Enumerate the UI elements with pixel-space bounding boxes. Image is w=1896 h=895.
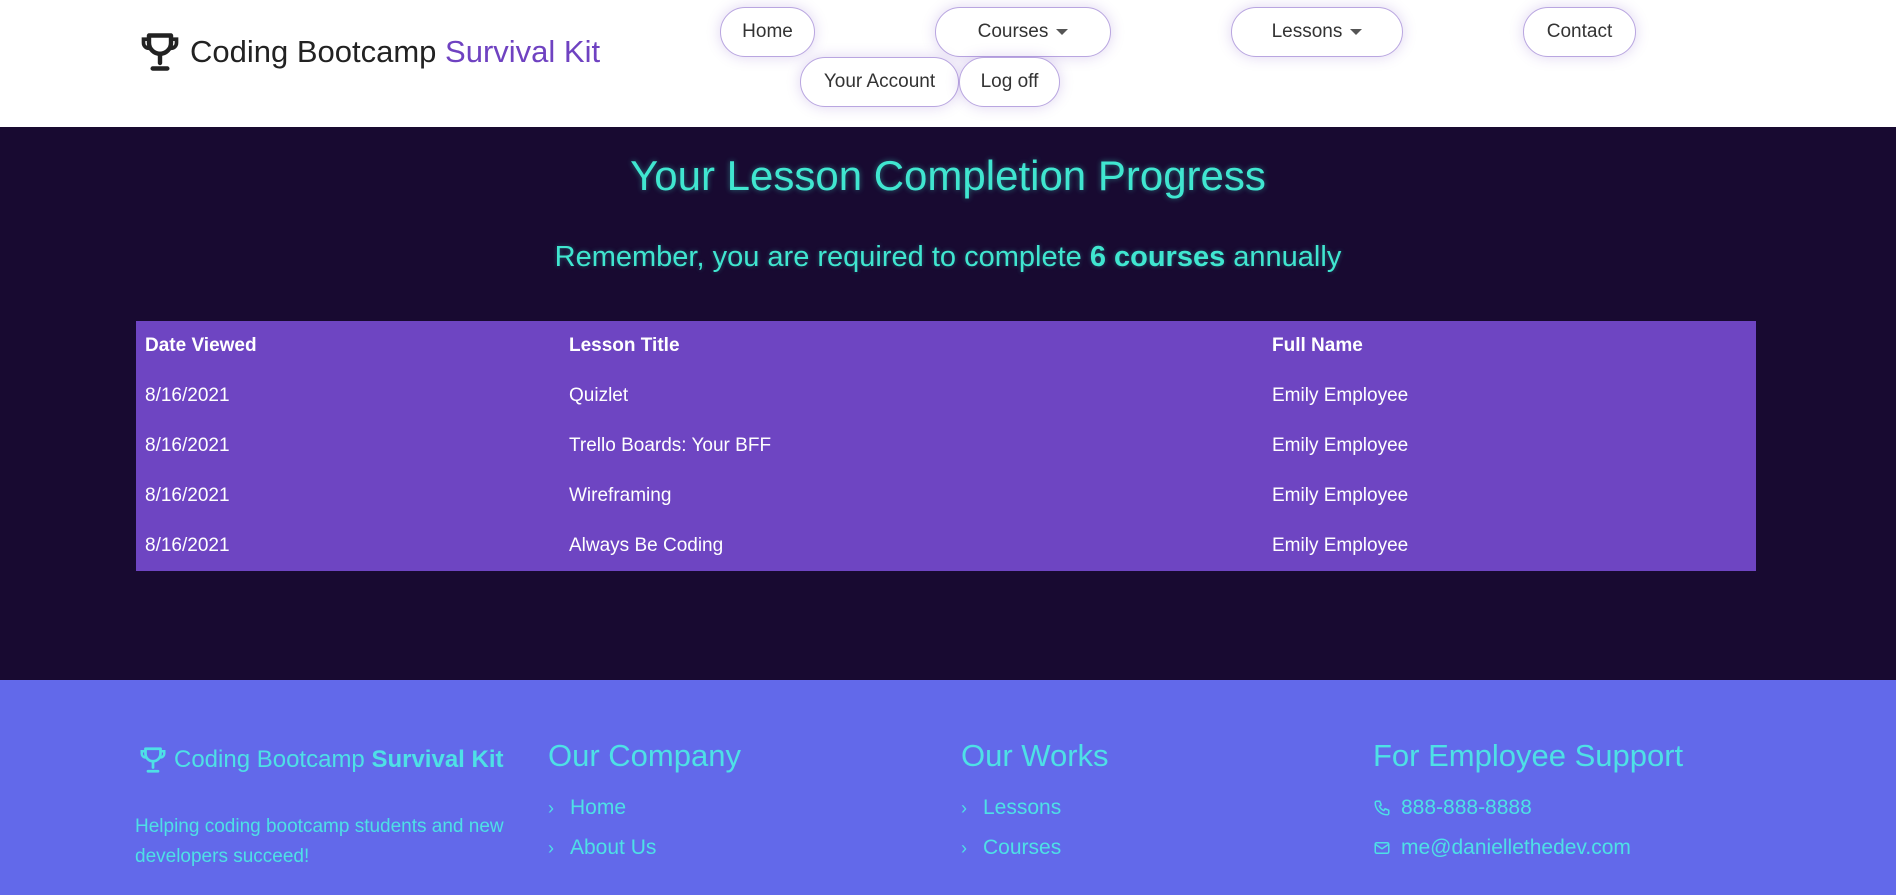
cell-lesson-title: Trello Boards: Your BFF xyxy=(569,435,772,456)
footer-email-link[interactable]: me@daniellethedev.com xyxy=(1373,828,1683,868)
cell-full-name: Emily Employee xyxy=(1272,385,1409,406)
footer-brand-text: Coding Bootcamp Survival Kit xyxy=(174,746,504,773)
footer-link-lessons[interactable]: › Lessons xyxy=(961,788,1109,828)
cell-lesson-title: Always Be Coding xyxy=(569,535,724,556)
footer-support-heading: For Employee Support xyxy=(1373,738,1684,773)
cell-full-name: Emily Employee xyxy=(1272,535,1409,556)
cell-full-name: Emily Employee xyxy=(1272,485,1409,506)
table-row: 8/16/2021 Quizlet Emily Employee xyxy=(136,371,1756,421)
site-footer: Coding Bootcamp Survival Kit Helping cod… xyxy=(0,680,1896,895)
footer-link-courses[interactable]: › Courses xyxy=(961,828,1109,868)
chevron-right-icon: › xyxy=(961,837,967,858)
footer-works-heading: Our Works xyxy=(961,738,1109,773)
footer-support-column: For Employee Support 888-888-8888 me@dan… xyxy=(1373,738,1683,868)
footer-brand[interactable]: Coding Bootcamp Survival Kit xyxy=(138,744,504,776)
chevron-right-icon: › xyxy=(548,797,554,818)
column-header-lesson-title: Lesson Title xyxy=(569,335,680,356)
trophy-icon xyxy=(141,33,179,71)
lesson-completion-table: Date Viewed Lesson Title Full Name 8/16/… xyxy=(136,321,1756,571)
email-icon xyxy=(1374,842,1390,854)
caret-down-icon xyxy=(1350,29,1363,35)
page-subtitle: Remember, you are required to complete 6… xyxy=(554,241,1342,273)
table-row: 8/16/2021 Always Be Coding Emily Employe… xyxy=(136,521,1756,571)
lesson-progress-section: Your Lesson Completion Progress Remember… xyxy=(0,127,1896,680)
site-header: Coding Bootcamp Survival Kit Home Course… xyxy=(0,0,1896,127)
caret-down-icon xyxy=(1056,29,1069,35)
footer-phone-link[interactable]: 888-888-8888 xyxy=(1373,788,1683,828)
brand-text: Coding Bootcamp Survival Kit xyxy=(190,34,601,69)
footer-link-about-us[interactable]: › About Us xyxy=(548,828,741,868)
cell-date: 8/16/2021 xyxy=(145,385,230,406)
page-title: Your Lesson Completion Progress xyxy=(630,152,1266,199)
footer-link-home[interactable]: › Home xyxy=(548,788,741,828)
footer-company-column: Our Company › Home › About Us xyxy=(548,738,741,868)
nav-lessons-dropdown[interactable]: Lessons xyxy=(1231,7,1403,57)
cell-lesson-title: Wireframing xyxy=(569,485,672,506)
column-header-full-name: Full Name xyxy=(1272,335,1363,356)
nav-contact-button[interactable]: Contact xyxy=(1523,7,1636,57)
nav-courses-dropdown[interactable]: Courses xyxy=(935,7,1111,57)
cell-date: 8/16/2021 xyxy=(145,485,230,506)
phone-icon xyxy=(1374,800,1390,816)
nav-home-button[interactable]: Home xyxy=(720,7,815,57)
table-header-row: Date Viewed Lesson Title Full Name xyxy=(136,321,1756,371)
table-row: 8/16/2021 Wireframing Emily Employee xyxy=(136,471,1756,521)
column-header-date: Date Viewed xyxy=(145,335,257,356)
cell-full-name: Emily Employee xyxy=(1272,435,1409,456)
brand-logo-link[interactable]: Coding Bootcamp Survival Kit xyxy=(138,30,600,74)
nav-logoff-button[interactable]: Log off xyxy=(959,57,1060,107)
footer-tagline: Helping coding bootcamp students and new… xyxy=(135,816,504,867)
cell-lesson-title: Quizlet xyxy=(569,385,629,406)
trophy-icon xyxy=(140,747,166,773)
cell-date: 8/16/2021 xyxy=(145,535,230,556)
footer-company-heading: Our Company xyxy=(548,738,741,773)
footer-works-column: Our Works › Lessons › Courses xyxy=(961,738,1109,868)
chevron-right-icon: › xyxy=(961,797,967,818)
table-row: 8/16/2021 Trello Boards: Your BFF Emily … xyxy=(136,421,1756,471)
chevron-right-icon: › xyxy=(548,837,554,858)
cell-date: 8/16/2021 xyxy=(145,435,230,456)
nav-your-account-button[interactable]: Your Account xyxy=(800,57,959,107)
